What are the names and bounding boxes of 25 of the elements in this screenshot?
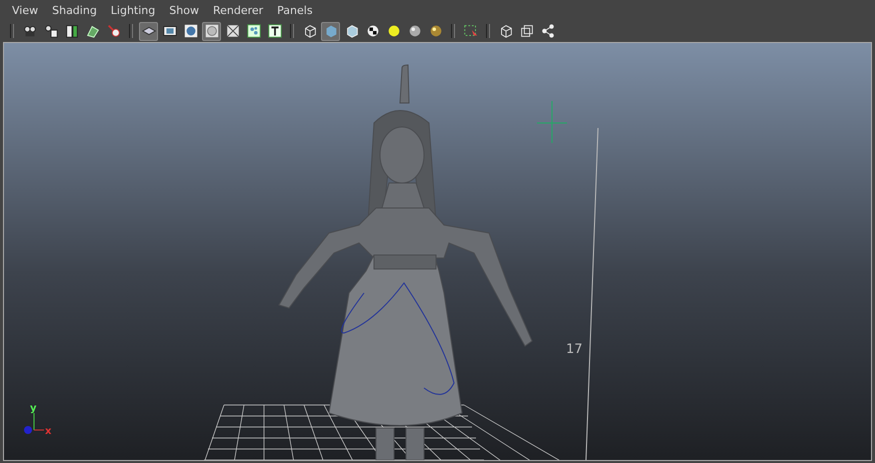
camera-list-icon [42, 23, 58, 40]
light-bulb-icon [386, 23, 402, 40]
menu-item[interactable]: Show [163, 4, 207, 18]
distance-label: 17 [566, 342, 583, 357]
bookmark-icon [64, 23, 80, 40]
particles-icon [246, 23, 262, 40]
text-icon [266, 23, 282, 40]
image-plane-icon [84, 23, 100, 40]
toolbar-button[interactable] [202, 22, 221, 41]
menu-item[interactable]: Renderer [206, 4, 272, 18]
metal-sphere-icon [428, 23, 444, 40]
node-graph-icon [540, 23, 556, 40]
overlapping-squares-icon [518, 23, 534, 40]
menu-item[interactable]: Shading [46, 4, 105, 18]
menu-item[interactable]: View [6, 4, 46, 18]
shaded-sphere-icon [406, 23, 422, 40]
camera-icon [22, 23, 38, 40]
toolbar-button[interactable] [139, 22, 158, 41]
checker-icon [364, 23, 380, 40]
menu-item[interactable]: Lighting [104, 4, 164, 18]
menu-item[interactable]: Panels [271, 4, 321, 18]
crosshair-icon [536, 100, 568, 144]
circle-icon [204, 23, 220, 40]
axis-gizmo-drawing: y x [24, 403, 52, 437]
magnifier-icon [106, 23, 122, 40]
